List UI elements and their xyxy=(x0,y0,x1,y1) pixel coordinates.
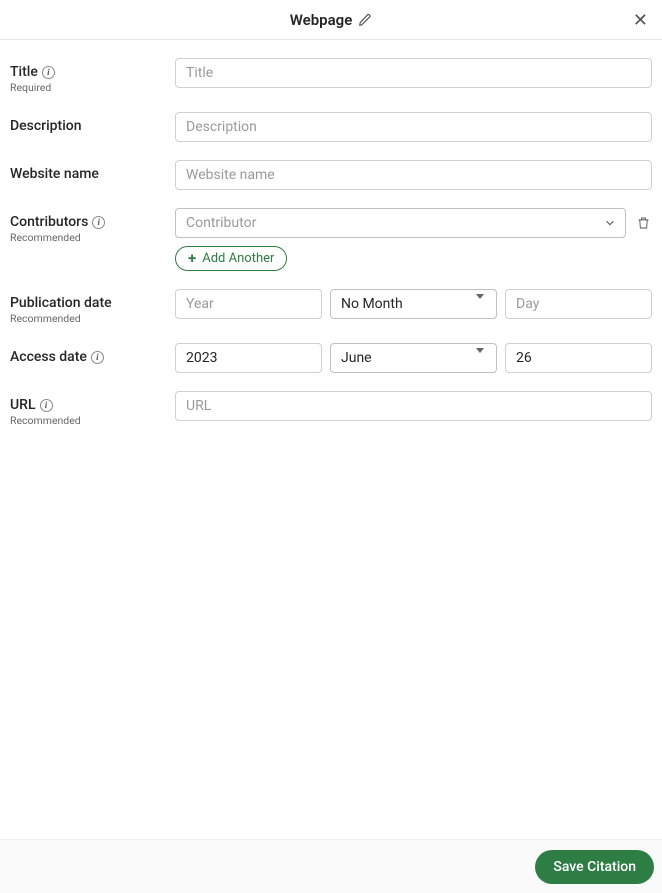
access-month-select[interactable]: June xyxy=(330,343,497,373)
publication-year-input[interactable] xyxy=(175,289,322,319)
url-sublabel: Recommended xyxy=(10,414,175,427)
contributor-placeholder: Contributor xyxy=(186,215,256,231)
caret-down-icon xyxy=(476,299,486,309)
chevron-down-icon xyxy=(605,218,615,228)
title-input[interactable] xyxy=(175,58,652,88)
access-month-value: June xyxy=(341,350,372,366)
dialog-footer: Save Citation xyxy=(0,839,662,893)
field-access-date: Access date i June xyxy=(10,343,652,373)
website-name-input[interactable] xyxy=(175,160,652,190)
access-day-input[interactable] xyxy=(505,343,652,373)
description-label-col: Description xyxy=(10,112,175,134)
description-input[interactable] xyxy=(175,112,652,142)
close-icon: ✕ xyxy=(633,10,648,30)
url-input[interactable] xyxy=(175,391,652,421)
website-name-label: Website name xyxy=(10,166,99,182)
plus-icon: + xyxy=(188,251,196,266)
save-citation-label: Save Citation xyxy=(553,859,636,875)
info-icon[interactable]: i xyxy=(40,399,53,412)
description-label: Description xyxy=(10,118,82,134)
info-icon[interactable]: i xyxy=(91,351,104,364)
contributors-sublabel: Recommended xyxy=(10,231,175,244)
field-description: Description xyxy=(10,112,652,142)
dialog-header: Webpage ✕ xyxy=(0,0,662,40)
publication-date-label-col: Publication date Recommended xyxy=(10,289,175,325)
publication-date-sublabel: Recommended xyxy=(10,312,175,325)
pencil-icon[interactable] xyxy=(358,13,372,27)
delete-contributor-button[interactable] xyxy=(634,214,652,232)
contributor-row: Contributor xyxy=(175,208,652,238)
add-another-label: Add Another xyxy=(202,251,274,266)
caret-down-icon xyxy=(476,353,486,363)
publication-month-value: No Month xyxy=(341,296,403,312)
field-contributors: Contributors i Recommended Contributor xyxy=(10,208,652,271)
close-button[interactable]: ✕ xyxy=(633,11,648,29)
dialog-title: Webpage xyxy=(290,11,353,29)
info-icon[interactable]: i xyxy=(42,66,55,79)
access-date-row: June xyxy=(175,343,652,373)
save-citation-button[interactable]: Save Citation xyxy=(535,850,654,884)
access-date-label-col: Access date i xyxy=(10,343,175,365)
title-sublabel: Required xyxy=(10,81,175,94)
contributors-label: Contributors xyxy=(10,214,88,230)
field-website-name: Website name xyxy=(10,160,652,190)
title-label: Title xyxy=(10,64,38,80)
access-date-label: Access date xyxy=(10,349,87,365)
access-year-input[interactable] xyxy=(175,343,322,373)
field-url: URL i Recommended xyxy=(10,391,652,427)
add-another-button[interactable]: + Add Another xyxy=(175,246,287,271)
contributors-label-col: Contributors i Recommended xyxy=(10,208,175,244)
form-body: Title i Required Description Website nam… xyxy=(0,40,662,455)
contributor-select[interactable]: Contributor xyxy=(175,208,626,238)
title-label-col: Title i Required xyxy=(10,58,175,94)
dialog-title-group: Webpage xyxy=(290,11,373,29)
field-publication-date: Publication date Recommended No Month xyxy=(10,289,652,325)
publication-month-select[interactable]: No Month xyxy=(330,289,497,319)
trash-icon xyxy=(636,215,651,231)
publication-date-row: No Month xyxy=(175,289,652,319)
url-label: URL xyxy=(10,397,36,413)
publication-date-label: Publication date xyxy=(10,295,112,311)
info-icon[interactable]: i xyxy=(92,216,105,229)
url-label-col: URL i Recommended xyxy=(10,391,175,427)
publication-day-input[interactable] xyxy=(505,289,652,319)
website-name-label-col: Website name xyxy=(10,160,175,182)
field-title: Title i Required xyxy=(10,58,652,94)
